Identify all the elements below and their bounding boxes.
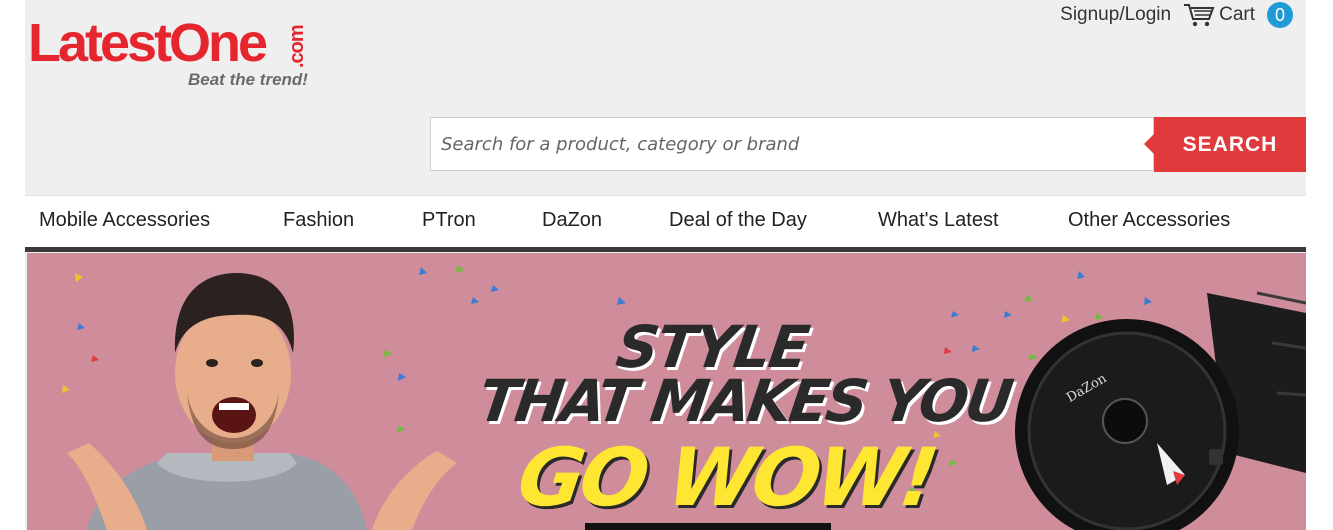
- nav-item-mobile-accessories[interactable]: Mobile Accessories: [39, 209, 210, 232]
- logo-tagline: Beat the trend!: [188, 70, 308, 89]
- banner-cta-bar[interactable]: [585, 523, 831, 530]
- search-button[interactable]: SEARCH: [1144, 117, 1306, 172]
- site-logo[interactable]: LatestOne .com Beat the trend!: [28, 10, 328, 92]
- main-nav: Mobile Accessories Fashion PTron DaZon D…: [25, 195, 1306, 252]
- logo-suffix: .com: [286, 25, 308, 68]
- cart-label: Cart: [1219, 4, 1255, 25]
- cart-count-badge: 0: [1267, 2, 1293, 28]
- nav-item-fashion[interactable]: Fashion: [283, 209, 354, 232]
- watch-illustration: [1015, 291, 1306, 530]
- logo-wordmark: LatestOne: [28, 13, 268, 73]
- nav-item-dazon[interactable]: DaZon: [542, 209, 602, 232]
- banner-headline-line3: GO WOW!: [512, 431, 941, 524]
- nav-item-ptron[interactable]: PTron: [422, 209, 476, 232]
- model-person-illustration: [67, 273, 457, 530]
- banner-headline-line2: THAT MAKES YOU: [474, 367, 1015, 435]
- signup-login-link[interactable]: Signup/Login: [1060, 4, 1171, 26]
- nav-item-whats-latest[interactable]: What's Latest: [878, 209, 999, 232]
- nav-item-other-accessories[interactable]: Other Accessories: [1068, 209, 1230, 232]
- hero-banner[interactable]: STYLE THAT MAKES YOU GO WOW! DaZon: [27, 253, 1306, 530]
- cart-icon: [1183, 2, 1215, 28]
- nav-item-deal-of-the-day[interactable]: Deal of the Day: [669, 209, 807, 232]
- search-box: [430, 117, 1154, 171]
- search-input[interactable]: [431, 118, 1153, 170]
- cart-link[interactable]: Cart 0: [1183, 2, 1293, 28]
- header-top-links: Signup/Login Cart 0: [1060, 2, 1293, 28]
